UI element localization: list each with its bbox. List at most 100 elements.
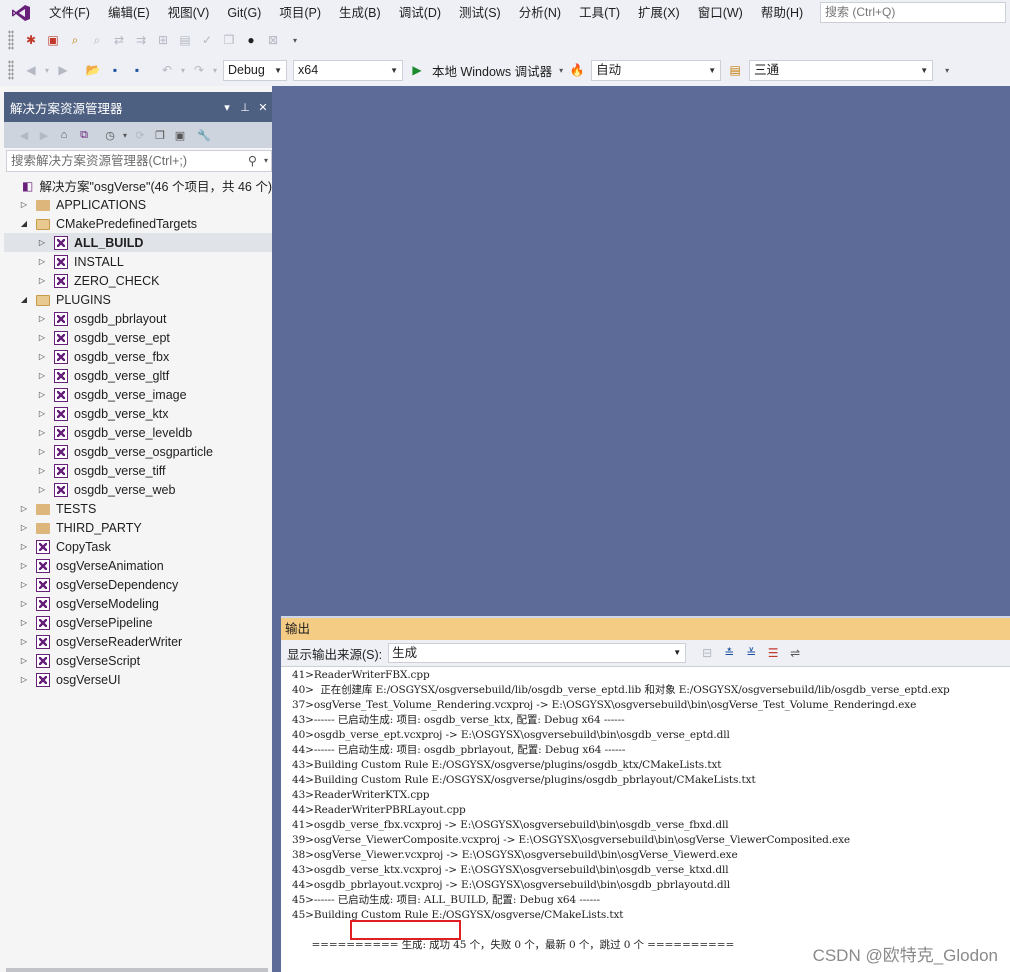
debug-stack-icon[interactable]: ✱ xyxy=(20,29,42,51)
find-icon[interactable]: ⌕ xyxy=(86,29,108,51)
toolbar-grip[interactable] xyxy=(8,30,14,50)
chevron-down-icon[interactable]: ▾ xyxy=(218,101,236,114)
menu-item[interactable]: 帮助(H) xyxy=(752,2,812,24)
collapsed-arrow-icon[interactable]: ▷ xyxy=(36,237,48,249)
tree-project[interactable]: ▷ osgVerseModeling xyxy=(4,594,272,613)
comment-icon[interactable]: ▤ xyxy=(174,29,196,51)
menu-item[interactable]: 窗口(W) xyxy=(689,2,752,24)
collapsed-arrow-icon[interactable]: ▷ xyxy=(18,560,30,572)
clear-icon[interactable]: ⊠ xyxy=(262,29,284,51)
dropdown-arrow-icon[interactable]: ▾ xyxy=(178,59,188,81)
find-symbol-icon[interactable]: ⌕ xyxy=(64,29,86,51)
collapsed-arrow-icon[interactable]: ▷ xyxy=(36,408,48,420)
menu-item[interactable]: 视图(V) xyxy=(159,2,219,24)
save-icon[interactable]: ▪ xyxy=(104,59,126,81)
format-icon[interactable]: ⊞ xyxy=(152,29,174,51)
dropdown-arrow-icon[interactable]: ▾ xyxy=(42,59,52,81)
menu-item[interactable]: 文件(F) xyxy=(40,2,99,24)
word-wrap-icon[interactable]: ⇌ xyxy=(784,642,806,664)
output-source-select[interactable]: 生成 ▼ xyxy=(388,643,687,663)
breakpoint-icon[interactable]: ● xyxy=(240,29,262,51)
menu-item[interactable]: 测试(S) xyxy=(450,2,510,24)
collapsed-arrow-icon[interactable]: ▷ xyxy=(36,484,48,496)
splitter[interactable] xyxy=(274,616,281,972)
forward-icon[interactable]: ▶ xyxy=(34,125,54,145)
clear-all-icon[interactable]: ☰ xyxy=(762,642,784,664)
collapsed-arrow-icon[interactable]: ▷ xyxy=(36,313,48,325)
collapsed-arrow-icon[interactable]: ▷ xyxy=(18,541,30,553)
search-icon[interactable]: ⚲ xyxy=(248,151,257,171)
collapsed-arrow-icon[interactable]: ▷ xyxy=(36,332,48,344)
collapsed-arrow-icon[interactable]: ▷ xyxy=(36,370,48,382)
toolbar-overflow-icon[interactable]: ▾ xyxy=(284,29,306,51)
tree-project[interactable]: ▷ ZERO_CHECK xyxy=(4,271,272,290)
show-all-files-icon[interactable]: ▣ xyxy=(170,125,190,145)
step-back-icon[interactable]: ⇄ xyxy=(108,29,130,51)
menu-item[interactable]: 扩展(X) xyxy=(629,2,689,24)
collapsed-arrow-icon[interactable]: ▷ xyxy=(36,465,48,477)
collapse-all-icon[interactable]: ❐ xyxy=(150,125,170,145)
collapsed-arrow-icon[interactable]: ▷ xyxy=(18,522,30,534)
tree-folder[interactable]: ▷ TESTS xyxy=(4,499,272,518)
tree-project[interactable]: ▷ osgdb_verse_web xyxy=(4,480,272,499)
menu-item[interactable]: 工具(T) xyxy=(570,2,629,24)
menu-item[interactable]: 调试(D) xyxy=(390,2,450,24)
collapsed-arrow-icon[interactable]: ▷ xyxy=(36,256,48,268)
find-message-icon[interactable]: ⊟ xyxy=(696,642,718,664)
menu-item[interactable]: Git(G) xyxy=(218,2,270,24)
collapsed-arrow-icon[interactable]: ▷ xyxy=(36,275,48,287)
tree-project[interactable]: ▷ osgVerseAnimation xyxy=(4,556,272,575)
tree-project[interactable]: ▷ osgVerseDependency xyxy=(4,575,272,594)
collapsed-arrow-icon[interactable]: ▷ xyxy=(18,598,30,610)
tree-folder[interactable]: ◢ CMakePredefinedTargets xyxy=(4,214,272,233)
visual-studio-logo-icon[interactable] xyxy=(8,0,34,26)
horizontal-scrollbar[interactable] xyxy=(6,968,268,972)
collapsed-arrow-icon[interactable]: ▷ xyxy=(18,579,30,591)
tree-project[interactable]: ▷ osgVersePipeline xyxy=(4,613,272,632)
spell-check-icon[interactable]: ✓ xyxy=(196,29,218,51)
redo-icon[interactable]: ↷ xyxy=(188,59,210,81)
solution-root[interactable]: ◧ 解决方案"osgVerse"(46 个项目，共 46 个) xyxy=(4,176,272,195)
close-icon[interactable]: ✕ xyxy=(254,101,272,114)
tree-project[interactable]: ▷ osgdb_pbrlayout xyxy=(4,309,272,328)
previous-message-icon[interactable]: ≛ xyxy=(718,642,740,664)
tree-project[interactable]: ▷ osgdb_verse_ktx xyxy=(4,404,272,423)
navigate-back-icon[interactable]: ◀ xyxy=(20,59,42,81)
next-message-icon[interactable]: ≚ xyxy=(740,642,762,664)
properties-icon[interactable]: 🔧 xyxy=(194,125,214,145)
collapsed-arrow-icon[interactable]: ▷ xyxy=(18,503,30,515)
switch-views-icon[interactable]: ⧉ xyxy=(74,125,94,145)
tree-project[interactable]: ▷ ALL_BUILD xyxy=(4,233,272,252)
tree-project[interactable]: ▷ osgdb_verse_image xyxy=(4,385,272,404)
start-debugging-icon[interactable]: ▶ xyxy=(406,59,428,81)
copy-icon[interactable]: ❐ xyxy=(218,29,240,51)
output-text[interactable]: 41>ReaderWriterFBX.cpp 40> 正在创建库 E:/OSGYS… xyxy=(281,666,1010,972)
tree-project[interactable]: ▷ osgdb_verse_gltf xyxy=(4,366,272,385)
toolbar-overflow-icon[interactable]: ▾ xyxy=(936,59,958,81)
tree-project[interactable]: ▷ osgVerseScript xyxy=(4,651,272,670)
collapsed-arrow-icon[interactable]: ▷ xyxy=(36,446,48,458)
platform-select[interactable]: x64 ▼ xyxy=(293,59,403,81)
menu-item[interactable]: 编辑(E) xyxy=(99,2,159,24)
menu-item[interactable]: 生成(B) xyxy=(330,2,390,24)
tree-folder[interactable]: ▷ APPLICATIONS xyxy=(4,195,272,214)
tree-folder[interactable]: ◢ PLUGINS xyxy=(4,290,272,309)
toolbar-grip[interactable] xyxy=(8,60,14,80)
tree-project[interactable]: ▷ osgdb_verse_ept xyxy=(4,328,272,347)
sync-icon[interactable]: ⟳ xyxy=(130,125,150,145)
dropdown-arrow-icon[interactable]: ▾ xyxy=(556,59,566,81)
collapsed-arrow-icon[interactable]: ▷ xyxy=(18,655,30,667)
pending-changes-icon[interactable]: ◷ xyxy=(100,125,120,145)
dropdown-arrow-icon[interactable]: ▾ xyxy=(120,125,130,145)
undo-icon[interactable]: ↶ xyxy=(156,59,178,81)
collapsed-arrow-icon[interactable]: ▷ xyxy=(18,636,30,648)
tree-project[interactable]: ▷ osgdb_verse_leveldb xyxy=(4,423,272,442)
tree-project[interactable]: ▷ osgdb_verse_osgparticle xyxy=(4,442,272,461)
open-folder-icon[interactable]: 📂 xyxy=(82,59,104,81)
solution-explorer-search[interactable]: 搜索解决方案资源管理器(Ctrl+;) ⚲ ▾ xyxy=(6,150,272,172)
expanded-arrow-icon[interactable]: ◢ xyxy=(18,294,30,306)
tree-project[interactable]: ▷ osgdb_verse_tiff xyxy=(4,461,272,480)
menu-item[interactable]: 项目(P) xyxy=(270,2,330,24)
diagnostics-icon[interactable]: ▣ xyxy=(42,29,64,51)
back-icon[interactable]: ◀ xyxy=(14,125,34,145)
